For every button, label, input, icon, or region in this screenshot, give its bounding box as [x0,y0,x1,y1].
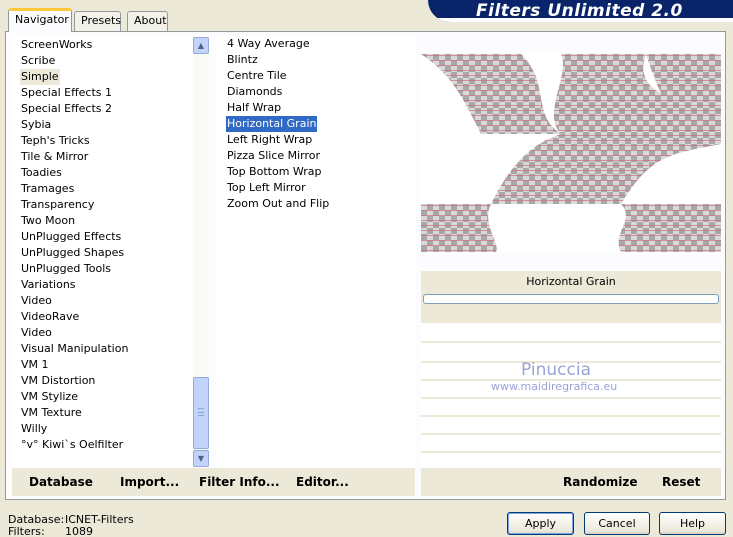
filter-item[interactable]: Top Bottom Wrap [226,164,323,180]
tab-about[interactable]: About [127,11,168,31]
filter-item[interactable]: Blintz [226,52,259,68]
divider [421,397,721,399]
watermark-name: Pinuccia [521,360,591,380]
filter-item[interactable]: Diamonds [226,84,283,100]
category-item[interactable]: VM Distortion [20,373,96,389]
category-item[interactable]: Video [20,293,53,309]
parameter-area: Horizontal Grain [421,271,721,323]
filter-item[interactable]: Half Wrap [226,100,282,116]
category-scrollbar[interactable]: ▲ ▼ [193,37,209,467]
app-title: Filters Unlimited 2.0 [476,1,683,21]
filter-info-button[interactable]: Filter Info... [199,475,280,489]
filter-item[interactable]: Zoom Out and Flip [226,196,330,212]
category-item[interactable]: Teph's Tricks [20,133,91,149]
category-item[interactable]: Willy [20,421,48,437]
randomize-button[interactable]: Randomize [563,475,637,489]
category-list[interactable]: ScreenWorks Scribe Simple Special Effects 1… [12,36,210,468]
watermark-url: www.maidiregrafica.eu [491,380,618,393]
filter-item[interactable]: Top Left Mirror [226,180,307,196]
category-item[interactable]: ScreenWorks [20,37,93,53]
divider [421,341,721,343]
category-item[interactable]: Visual Manipulation [20,341,129,357]
category-item[interactable]: Variations [20,277,77,293]
help-button[interactable]: Help [659,512,726,535]
title-banner: Filters Unlimited 2.0 [428,0,733,22]
scroll-down-button[interactable]: ▼ [193,450,209,467]
filter-item[interactable]: Left Right Wrap [226,132,313,148]
right-toolbar: Randomize Reset [421,468,721,496]
category-item[interactable]: Transparency [20,197,95,213]
divider [421,415,721,417]
divider [421,451,721,453]
category-item[interactable]: Special Effects 2 [20,101,113,117]
tab-presets[interactable]: Presets [74,11,121,31]
status-filters-value: 1089 [65,525,93,537]
divider [421,433,721,435]
category-item[interactable]: UnPlugged Effects [20,229,122,245]
category-item[interactable]: Two Moon [20,213,76,229]
category-item[interactable]: UnPlugged Tools [20,261,112,277]
parameter-title: Horizontal Grain [526,275,616,288]
scroll-thumb[interactable] [193,377,209,449]
grip-icon [198,408,204,416]
filter-preview [421,54,721,252]
database-button[interactable]: Database [29,475,93,489]
category-item[interactable]: VideoRave [20,309,80,325]
filter-list[interactable]: 4 Way Average Blintz Centre Tile Diamonds Ha… [217,36,415,468]
category-item[interactable]: UnPlugged Shapes [20,245,125,261]
category-item[interactable]: Tile & Mirror [20,149,89,165]
import-button[interactable]: Import... [120,475,179,489]
left-toolbar: Database Import... Filter Info... Editor… [12,468,415,496]
category-item[interactable]: Video [20,325,53,341]
category-item[interactable]: Tramages [20,181,75,197]
preview-image [421,54,721,252]
category-item[interactable]: Sybia [20,117,52,133]
apply-button[interactable]: Apply [507,512,574,535]
reset-button[interactable]: Reset [662,475,700,489]
status-filters-key: Filters: [8,525,45,537]
category-item[interactable]: °v° Kiwi`s Oelfilter [20,437,124,453]
filter-item[interactable]: Pizza Slice Mirror [226,148,321,164]
parameter-slots [421,323,721,467]
status-filters: Filters: 1089 [8,525,93,537]
tab-navigator[interactable]: Navigator [8,8,72,32]
parameter-slider[interactable] [423,294,719,304]
category-item[interactable]: Toadies [20,165,63,181]
editor-button[interactable]: Editor... [296,475,349,489]
filter-item[interactable]: Horizontal Grain [226,116,318,132]
category-item[interactable]: VM 1 [20,357,50,373]
category-item[interactable]: VM Texture [20,405,83,421]
category-item[interactable]: Special Effects 1 [20,85,113,101]
cancel-button[interactable]: Cancel [584,512,650,535]
category-item[interactable]: Simple [20,69,60,85]
filter-item[interactable]: Centre Tile [226,68,288,84]
scroll-up-button[interactable]: ▲ [193,37,209,54]
filter-item[interactable]: 4 Way Average [226,36,311,52]
category-item[interactable]: VM Stylize [20,389,79,405]
category-item[interactable]: Scribe [20,53,56,69]
